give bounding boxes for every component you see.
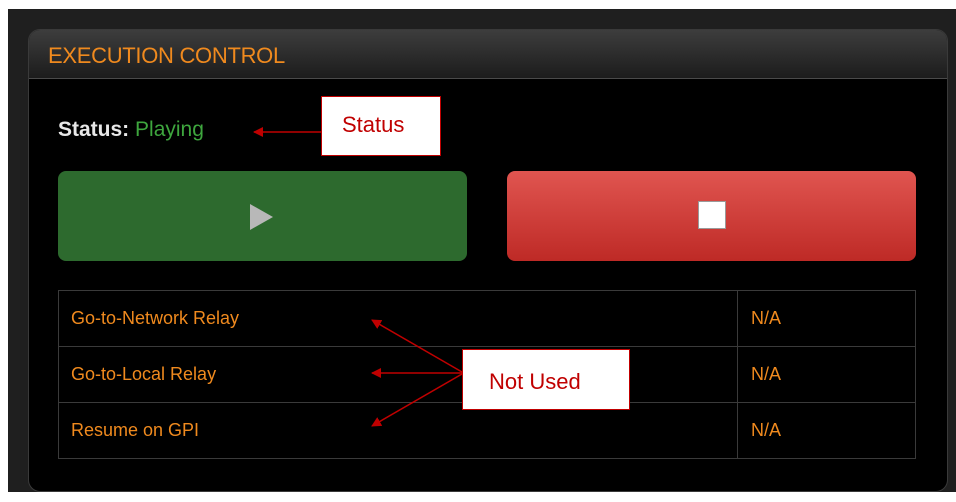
status-callout: Status: [321, 96, 441, 156]
arrow-network-relay: [371, 319, 463, 373]
not-used-callout: Not Used: [462, 349, 630, 410]
annotation-arrows: [253, 127, 463, 427]
arrow-resume-gpi: [371, 373, 463, 427]
